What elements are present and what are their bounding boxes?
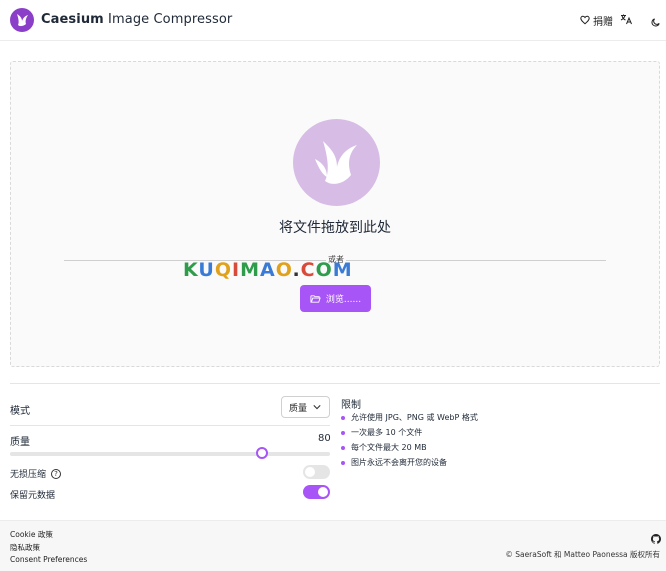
list-item: 每个文件最大 20 MB bbox=[341, 440, 478, 455]
caesium-logo-icon[interactable] bbox=[10, 8, 34, 32]
top-bar: Caesium Image Compressor 捐赠 bbox=[0, 0, 666, 41]
mode-label: 模式 bbox=[10, 406, 30, 417]
keep-metadata-toggle[interactable] bbox=[303, 485, 330, 499]
heart-icon bbox=[580, 15, 590, 25]
donate-label: 捐赠 bbox=[593, 16, 613, 28]
quality-slider-thumb[interactable] bbox=[256, 447, 268, 459]
quality-label: 质量 bbox=[10, 437, 30, 448]
mode-select-value: 质量 bbox=[289, 403, 308, 414]
footer: Cookie 政策 隐私政策 Consent Preferences © Sae… bbox=[0, 520, 666, 571]
github-icon[interactable] bbox=[651, 534, 661, 544]
section-divider bbox=[10, 383, 660, 384]
cookie-policy-link[interactable]: Cookie 政策 bbox=[10, 529, 53, 540]
keep-metadata-label: 保留元数据 bbox=[10, 491, 56, 501]
translate-icon bbox=[620, 14, 632, 25]
limits-title: 限制 bbox=[341, 400, 361, 411]
limits-list: 允许使用 JPG、PNG 或 WebP 格式 一次最多 10 个文件 每个文件最… bbox=[341, 410, 478, 470]
browse-button[interactable]: 浏览...... bbox=[300, 285, 371, 312]
consent-preferences-link[interactable]: Consent Preferences bbox=[10, 555, 87, 564]
chevron-down-icon bbox=[313, 405, 321, 410]
lossless-label: 无损压缩 bbox=[10, 470, 47, 480]
donate-button[interactable]: 捐赠 bbox=[580, 13, 613, 28]
folder-open-icon bbox=[310, 294, 321, 303]
list-item: 图片永远不会离开您的设备 bbox=[341, 455, 478, 470]
lossless-toggle[interactable] bbox=[303, 465, 330, 479]
moon-icon bbox=[651, 18, 660, 27]
privacy-policy-link[interactable]: 隐私政策 bbox=[10, 542, 40, 553]
help-icon[interactable]: ? bbox=[51, 468, 62, 479]
quality-value: 80 bbox=[318, 433, 331, 444]
quality-slider-track[interactable] bbox=[10, 452, 330, 456]
caesium-bird-icon bbox=[293, 119, 380, 206]
language-button[interactable] bbox=[620, 13, 633, 25]
toggle-knob bbox=[318, 487, 328, 497]
browse-label: 浏览...... bbox=[325, 295, 362, 305]
list-item: 一次最多 10 个文件 bbox=[341, 425, 478, 440]
theme-toggle-button[interactable] bbox=[650, 13, 662, 27]
lossless-row: 无损压缩 ? bbox=[10, 467, 62, 480]
file-drop-zone[interactable]: 将文件拖放到此处 或者 KUQIMAO.COM 浏览...... bbox=[10, 61, 660, 367]
mode-select[interactable]: 质量 bbox=[281, 396, 330, 418]
drop-title: 将文件拖放到此处 bbox=[279, 220, 391, 236]
settings-row-divider bbox=[10, 425, 330, 426]
copyright-text: © SaeraSoft 和 Matteo Paonessa 版权所有 bbox=[505, 550, 660, 559]
watermark-text: KUQIMAO.COM bbox=[183, 259, 353, 281]
app-title: Caesium Image Compressor bbox=[41, 12, 233, 27]
toggle-knob bbox=[305, 467, 315, 477]
list-item: 允许使用 JPG、PNG 或 WebP 格式 bbox=[341, 410, 478, 425]
